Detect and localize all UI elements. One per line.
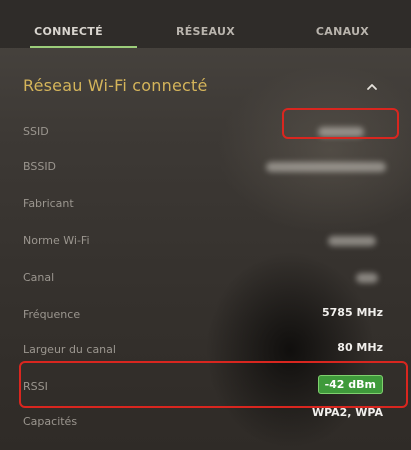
tab-bar: CONNECTÉ RÉSEAUX CANAUX xyxy=(0,0,411,48)
chevron-up-icon[interactable] xyxy=(365,80,379,94)
canal-label: Canal xyxy=(23,271,55,284)
bssid-value-blurred xyxy=(266,162,386,172)
tab-connecte[interactable]: CONNECTÉ xyxy=(0,0,137,48)
row-canal: Canal xyxy=(0,261,411,297)
row-capacites: Capacités WPA2, WPA xyxy=(0,404,411,440)
tab-reseaux[interactable]: RÉSEAUX xyxy=(137,0,274,48)
frequence-label: Fréquence xyxy=(23,308,81,321)
largeur-canal-label: Largeur du canal xyxy=(23,343,116,356)
section-header[interactable]: Réseau Wi-Fi connecté xyxy=(0,66,411,106)
norme-wifi-label: Norme Wi-Fi xyxy=(23,234,90,247)
frequence-value: 5785 MHz xyxy=(322,306,383,319)
largeur-canal-value: 80 MHz xyxy=(337,341,383,354)
row-bssid: BSSID xyxy=(0,150,411,186)
wifi-analyzer-screen: CONNECTÉ RÉSEAUX CANAUX Réseau Wi-Fi con… xyxy=(0,0,411,450)
norme-wifi-value-blurred xyxy=(328,236,376,246)
bssid-label: BSSID xyxy=(23,160,57,173)
row-norme-wifi: Norme Wi-Fi xyxy=(0,224,411,260)
fabricant-label: Fabricant xyxy=(23,197,74,210)
ssid-highlight-box xyxy=(282,108,399,139)
rssi-highlight-box xyxy=(19,361,408,408)
canal-value-blurred xyxy=(356,273,378,283)
row-fabricant: Fabricant xyxy=(0,187,411,223)
capacites-label: Capacités xyxy=(23,415,78,428)
tab-canaux[interactable]: CANAUX xyxy=(274,0,411,48)
ssid-label: SSID xyxy=(23,125,49,138)
row-frequence: Fréquence 5785 MHz xyxy=(0,298,411,334)
section-title: Réseau Wi-Fi connecté xyxy=(23,76,208,95)
